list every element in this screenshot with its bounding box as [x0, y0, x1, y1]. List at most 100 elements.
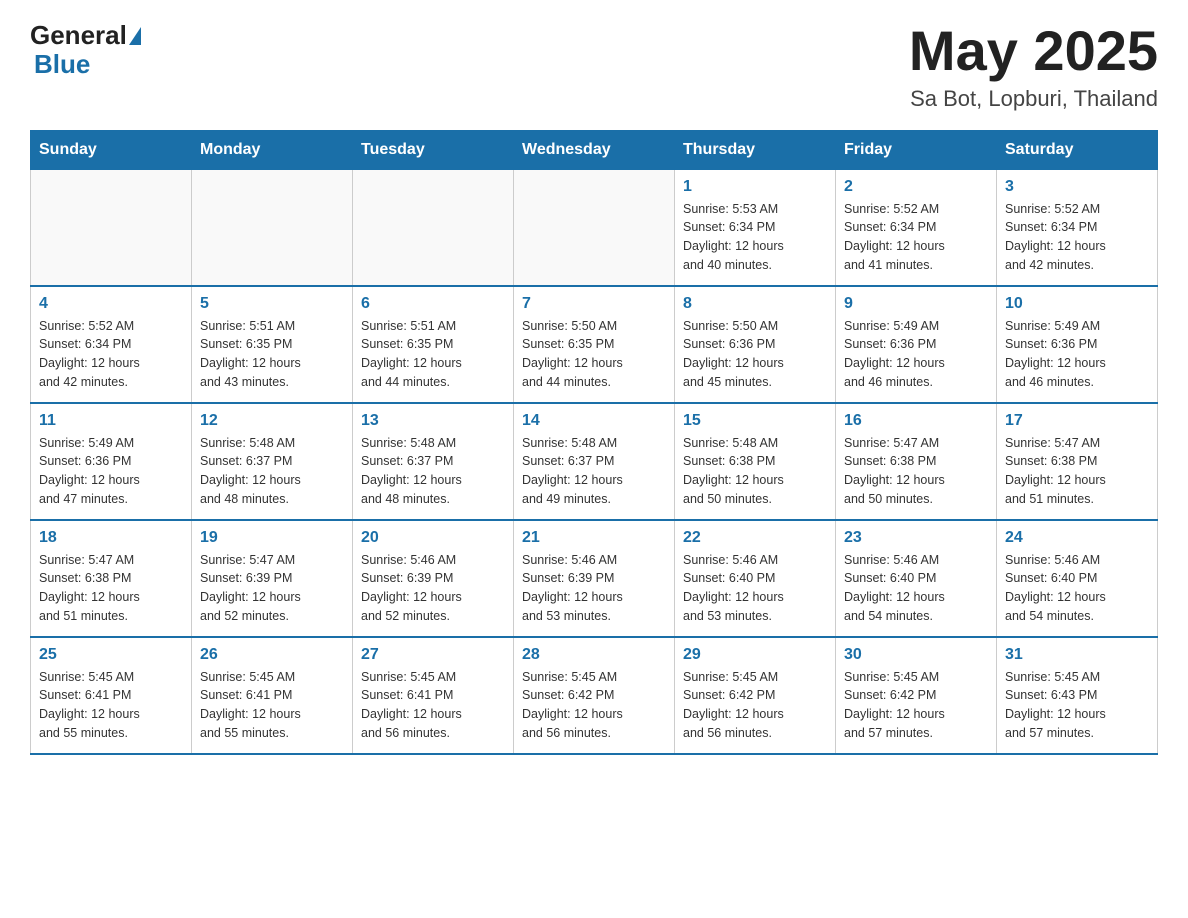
weekday-header-wednesday: Wednesday: [514, 130, 675, 169]
day-info: Sunrise: 5:49 AM Sunset: 6:36 PM Dayligh…: [844, 317, 988, 392]
day-info: Sunrise: 5:48 AM Sunset: 6:37 PM Dayligh…: [522, 434, 666, 509]
calendar-cell: 29 Sunrise: 5:45 AM Sunset: 6:42 PM Dayli…: [675, 637, 836, 754]
day-number: 27: [361, 646, 505, 664]
day-info: Sunrise: 5:50 AM Sunset: 6:35 PM Dayligh…: [522, 317, 666, 392]
calendar-week-row: 11Sunrise: 5:49 AM Sunset: 6:36 PM Dayli…: [31, 403, 1158, 520]
weekday-header-monday: Monday: [192, 130, 353, 169]
weekday-header-thursday: Thursday: [675, 130, 836, 169]
day-number: 25: [39, 646, 183, 664]
calendar-cell: [192, 169, 353, 286]
calendar-cell: 13 Sunrise: 5:48 AM Sunset: 6:37 PM Dayli…: [353, 403, 514, 520]
day-number: 31: [1005, 646, 1149, 664]
day-number: 23: [844, 529, 988, 547]
day-info: Sunrise: 5:47 AM Sunset: 6:39 PM Dayligh…: [200, 551, 344, 626]
calendar-cell: 31 Sunrise: 5:45 AM Sunset: 6:43 PM Dayli…: [997, 637, 1158, 754]
calendar-cell: 2Sunrise: 5:52 AM Sunset: 6:34 PM Daylig…: [836, 169, 997, 286]
calendar-cell: 25 Sunrise: 5:45 AM Sunset: 6:41 PM Dayli…: [31, 637, 192, 754]
calendar-week-row: 1 Sunrise: 5:53 AM Sunset: 6:34 PM Daylig…: [31, 169, 1158, 286]
calendar-cell: 16Sunrise: 5:47 AM Sunset: 6:38 PM Dayli…: [836, 403, 997, 520]
calendar-header-row: SundayMondayTuesdayWednesdayThursdayFrid…: [31, 130, 1158, 169]
day-number: 1: [683, 178, 827, 196]
calendar-cell: 15 Sunrise: 5:48 AM Sunset: 6:38 PM Dayli…: [675, 403, 836, 520]
day-info: Sunrise: 5:51 AM Sunset: 6:35 PM Dayligh…: [361, 317, 505, 392]
calendar-cell: 18 Sunrise: 5:47 AM Sunset: 6:38 PM Dayli…: [31, 520, 192, 637]
day-info: Sunrise: 5:45 AM Sunset: 6:42 PM Dayligh…: [522, 668, 666, 743]
day-info: Sunrise: 5:45 AM Sunset: 6:41 PM Dayligh…: [39, 668, 183, 743]
day-info: Sunrise: 5:45 AM Sunset: 6:41 PM Dayligh…: [200, 668, 344, 743]
day-number: 18: [39, 529, 183, 547]
location-title: Sa Bot, Lopburi, Thailand: [909, 86, 1158, 112]
day-info: Sunrise: 5:45 AM Sunset: 6:43 PM Dayligh…: [1005, 668, 1149, 743]
day-number: 7: [522, 295, 666, 313]
calendar-cell: 4Sunrise: 5:52 AM Sunset: 6:34 PM Daylig…: [31, 286, 192, 403]
day-number: 29: [683, 646, 827, 664]
day-number: 11: [39, 412, 183, 430]
day-number: 28: [522, 646, 666, 664]
calendar-week-row: 18 Sunrise: 5:47 AM Sunset: 6:38 PM Dayli…: [31, 520, 1158, 637]
day-info: Sunrise: 5:45 AM Sunset: 6:42 PM Dayligh…: [683, 668, 827, 743]
day-number: 17: [1005, 412, 1149, 430]
day-info: Sunrise: 5:46 AM Sunset: 6:40 PM Dayligh…: [844, 551, 988, 626]
day-info: Sunrise: 5:49 AM Sunset: 6:36 PM Dayligh…: [1005, 317, 1149, 392]
logo-general-text: General: [30, 20, 127, 50]
day-info: Sunrise: 5:48 AM Sunset: 6:37 PM Dayligh…: [361, 434, 505, 509]
day-number: 9: [844, 295, 988, 313]
calendar-cell: [353, 169, 514, 286]
day-number: 13: [361, 412, 505, 430]
day-number: 2: [844, 178, 988, 196]
calendar-cell: 9 Sunrise: 5:49 AM Sunset: 6:36 PM Daylig…: [836, 286, 997, 403]
day-number: 24: [1005, 529, 1149, 547]
day-info: Sunrise: 5:51 AM Sunset: 6:35 PM Dayligh…: [200, 317, 344, 392]
weekday-header-sunday: Sunday: [31, 130, 192, 169]
day-number: 8: [683, 295, 827, 313]
day-info: Sunrise: 5:46 AM Sunset: 6:40 PM Dayligh…: [683, 551, 827, 626]
calendar-cell: 26 Sunrise: 5:45 AM Sunset: 6:41 PM Dayli…: [192, 637, 353, 754]
logo-blue-text: Blue: [34, 49, 141, 80]
day-info: Sunrise: 5:47 AM Sunset: 6:38 PM Dayligh…: [39, 551, 183, 626]
calendar-cell: 21Sunrise: 5:46 AM Sunset: 6:39 PM Dayli…: [514, 520, 675, 637]
calendar-week-row: 4Sunrise: 5:52 AM Sunset: 6:34 PM Daylig…: [31, 286, 1158, 403]
calendar-cell: 5 Sunrise: 5:51 AM Sunset: 6:35 PM Daylig…: [192, 286, 353, 403]
day-info: Sunrise: 5:50 AM Sunset: 6:36 PM Dayligh…: [683, 317, 827, 392]
day-number: 20: [361, 529, 505, 547]
calendar-table: SundayMondayTuesdayWednesdayThursdayFrid…: [30, 130, 1158, 755]
header-title-block: May 2025 Sa Bot, Lopburi, Thailand: [909, 20, 1158, 112]
day-info: Sunrise: 5:46 AM Sunset: 6:39 PM Dayligh…: [361, 551, 505, 626]
page-header: General Blue May 2025 Sa Bot, Lopburi, T…: [30, 20, 1158, 112]
day-number: 26: [200, 646, 344, 664]
day-number: 22: [683, 529, 827, 547]
calendar-cell: 22 Sunrise: 5:46 AM Sunset: 6:40 PM Dayli…: [675, 520, 836, 637]
day-number: 10: [1005, 295, 1149, 313]
day-number: 12: [200, 412, 344, 430]
day-info: Sunrise: 5:48 AM Sunset: 6:38 PM Dayligh…: [683, 434, 827, 509]
calendar-cell: 24Sunrise: 5:46 AM Sunset: 6:40 PM Dayli…: [997, 520, 1158, 637]
day-info: Sunrise: 5:48 AM Sunset: 6:37 PM Dayligh…: [200, 434, 344, 509]
weekday-header-saturday: Saturday: [997, 130, 1158, 169]
day-number: 15: [683, 412, 827, 430]
day-number: 6: [361, 295, 505, 313]
calendar-week-row: 25 Sunrise: 5:45 AM Sunset: 6:41 PM Dayli…: [31, 637, 1158, 754]
day-info: Sunrise: 5:46 AM Sunset: 6:39 PM Dayligh…: [522, 551, 666, 626]
calendar-cell: 10 Sunrise: 5:49 AM Sunset: 6:36 PM Dayli…: [997, 286, 1158, 403]
calendar-cell: 19 Sunrise: 5:47 AM Sunset: 6:39 PM Dayli…: [192, 520, 353, 637]
calendar-cell: 11Sunrise: 5:49 AM Sunset: 6:36 PM Dayli…: [31, 403, 192, 520]
day-number: 5: [200, 295, 344, 313]
calendar-cell: 30Sunrise: 5:45 AM Sunset: 6:42 PM Dayli…: [836, 637, 997, 754]
day-number: 4: [39, 295, 183, 313]
calendar-cell: 17 Sunrise: 5:47 AM Sunset: 6:38 PM Dayli…: [997, 403, 1158, 520]
logo: General Blue: [30, 20, 141, 80]
calendar-cell: 28 Sunrise: 5:45 AM Sunset: 6:42 PM Dayli…: [514, 637, 675, 754]
day-number: 19: [200, 529, 344, 547]
calendar-cell: 27Sunrise: 5:45 AM Sunset: 6:41 PM Dayli…: [353, 637, 514, 754]
day-number: 3: [1005, 178, 1149, 196]
day-info: Sunrise: 5:45 AM Sunset: 6:42 PM Dayligh…: [844, 668, 988, 743]
calendar-cell: 14Sunrise: 5:48 AM Sunset: 6:37 PM Dayli…: [514, 403, 675, 520]
calendar-cell: 12 Sunrise: 5:48 AM Sunset: 6:37 PM Dayli…: [192, 403, 353, 520]
day-info: Sunrise: 5:53 AM Sunset: 6:34 PM Dayligh…: [683, 200, 827, 275]
calendar-cell: [514, 169, 675, 286]
calendar-cell: 6 Sunrise: 5:51 AM Sunset: 6:35 PM Daylig…: [353, 286, 514, 403]
day-info: Sunrise: 5:47 AM Sunset: 6:38 PM Dayligh…: [1005, 434, 1149, 509]
calendar-cell: [31, 169, 192, 286]
calendar-cell: 8 Sunrise: 5:50 AM Sunset: 6:36 PM Daylig…: [675, 286, 836, 403]
day-number: 16: [844, 412, 988, 430]
